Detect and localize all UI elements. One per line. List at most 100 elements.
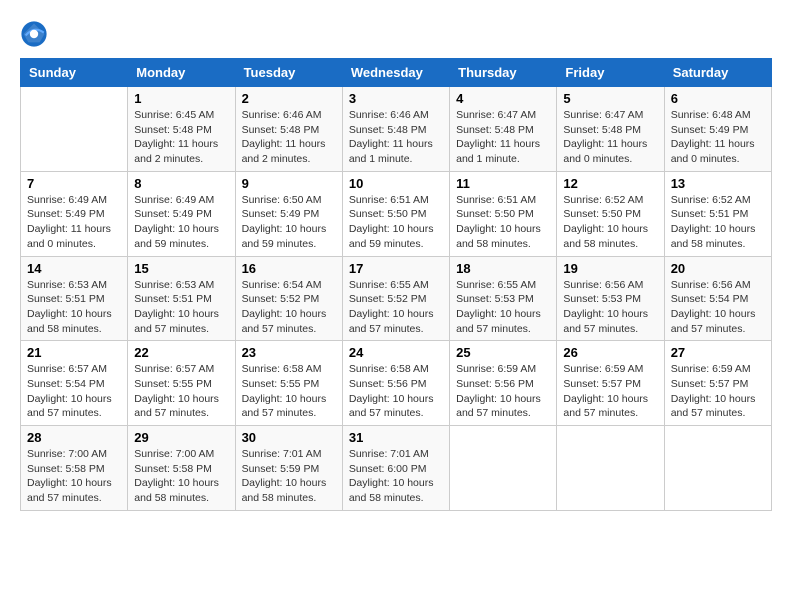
day-info: Sunrise: 6:53 AMSunset: 5:51 PMDaylight:… <box>27 278 121 337</box>
day-info: Sunrise: 7:01 AMSunset: 5:59 PMDaylight:… <box>242 447 336 506</box>
day-number: 27 <box>671 345 765 360</box>
calendar-cell: 16 Sunrise: 6:54 AMSunset: 5:52 PMDayligh… <box>235 256 342 341</box>
logo-icon <box>20 20 48 48</box>
calendar-cell: 7 Sunrise: 6:49 AMSunset: 5:49 PMDaylight… <box>21 171 128 256</box>
day-number: 3 <box>349 91 443 106</box>
day-number: 5 <box>563 91 657 106</box>
day-info: Sunrise: 6:50 AMSunset: 5:49 PMDaylight:… <box>242 193 336 252</box>
calendar-cell: 1 Sunrise: 6:45 AMSunset: 5:48 PMDaylight… <box>128 87 235 172</box>
day-info: Sunrise: 6:52 AMSunset: 5:50 PMDaylight:… <box>563 193 657 252</box>
day-number: 24 <box>349 345 443 360</box>
calendar-cell: 2 Sunrise: 6:46 AMSunset: 5:48 PMDaylight… <box>235 87 342 172</box>
day-info: Sunrise: 6:49 AMSunset: 5:49 PMDaylight:… <box>27 193 121 252</box>
day-number: 8 <box>134 176 228 191</box>
day-number: 17 <box>349 261 443 276</box>
day-number: 30 <box>242 430 336 445</box>
calendar-week-row: 7 Sunrise: 6:49 AMSunset: 5:49 PMDaylight… <box>21 171 772 256</box>
day-info: Sunrise: 6:55 AMSunset: 5:53 PMDaylight:… <box>456 278 550 337</box>
calendar-cell: 25Sunrise: 6:59 AMSunset: 5:56 PMDayligh… <box>450 341 557 426</box>
calendar-cell <box>450 426 557 511</box>
calendar-cell: 14 Sunrise: 6:53 AMSunset: 5:51 PMDayligh… <box>21 256 128 341</box>
calendar-cell: 31 Sunrise: 7:01 AMSunset: 6:00 PMDayligh… <box>342 426 449 511</box>
weekday-header: Sunday <box>21 59 128 87</box>
day-info: Sunrise: 6:59 AMSunset: 5:57 PMDaylight:… <box>671 362 765 421</box>
day-info: Sunrise: 7:01 AMSunset: 6:00 PMDaylight:… <box>349 447 443 506</box>
day-number: 28 <box>27 430 121 445</box>
weekday-header: Tuesday <box>235 59 342 87</box>
calendar-cell: 17 Sunrise: 6:55 AMSunset: 5:52 PMDayligh… <box>342 256 449 341</box>
day-info: Sunrise: 6:58 AMSunset: 5:56 PMDaylight:… <box>349 362 443 421</box>
weekday-header-row: SundayMondayTuesdayWednesdayThursdayFrid… <box>21 59 772 87</box>
calendar-cell: 12Sunrise: 6:52 AMSunset: 5:50 PMDayligh… <box>557 171 664 256</box>
weekday-header: Monday <box>128 59 235 87</box>
calendar-cell: 11Sunrise: 6:51 AMSunset: 5:50 PMDayligh… <box>450 171 557 256</box>
day-info: Sunrise: 6:56 AMSunset: 5:54 PMDaylight:… <box>671 278 765 337</box>
day-info: Sunrise: 6:57 AMSunset: 5:55 PMDaylight:… <box>134 362 228 421</box>
weekday-header: Saturday <box>664 59 771 87</box>
calendar-cell: 23 Sunrise: 6:58 AMSunset: 5:55 PMDayligh… <box>235 341 342 426</box>
day-number: 18 <box>456 261 550 276</box>
day-number: 16 <box>242 261 336 276</box>
day-number: 22 <box>134 345 228 360</box>
day-info: Sunrise: 6:59 AMSunset: 5:57 PMDaylight:… <box>563 362 657 421</box>
day-info: Sunrise: 6:47 AMSunset: 5:48 PMDaylight:… <box>563 108 657 167</box>
calendar-cell: 8 Sunrise: 6:49 AMSunset: 5:49 PMDaylight… <box>128 171 235 256</box>
day-info: Sunrise: 6:55 AMSunset: 5:52 PMDaylight:… <box>349 278 443 337</box>
calendar-cell: 3Sunrise: 6:46 AMSunset: 5:48 PMDaylight… <box>342 87 449 172</box>
calendar-table: SundayMondayTuesdayWednesdayThursdayFrid… <box>20 58 772 511</box>
day-info: Sunrise: 6:45 AMSunset: 5:48 PMDaylight:… <box>134 108 228 167</box>
day-info: Sunrise: 6:54 AMSunset: 5:52 PMDaylight:… <box>242 278 336 337</box>
calendar-cell: 20 Sunrise: 6:56 AMSunset: 5:54 PMDayligh… <box>664 256 771 341</box>
day-info: Sunrise: 6:51 AMSunset: 5:50 PMDaylight:… <box>349 193 443 252</box>
day-number: 10 <box>349 176 443 191</box>
day-number: 19 <box>563 261 657 276</box>
calendar-cell: 5 Sunrise: 6:47 AMSunset: 5:48 PMDaylight… <box>557 87 664 172</box>
calendar-cell <box>664 426 771 511</box>
day-number: 2 <box>242 91 336 106</box>
day-info: Sunrise: 6:46 AMSunset: 5:48 PMDaylight:… <box>242 108 336 167</box>
day-info: Sunrise: 7:00 AMSunset: 5:58 PMDaylight:… <box>27 447 121 506</box>
day-number: 25 <box>456 345 550 360</box>
page-header <box>20 20 772 48</box>
calendar-cell: 29Sunrise: 7:00 AMSunset: 5:58 PMDayligh… <box>128 426 235 511</box>
weekday-header: Friday <box>557 59 664 87</box>
day-info: Sunrise: 6:48 AMSunset: 5:49 PMDaylight:… <box>671 108 765 167</box>
day-info: Sunrise: 6:57 AMSunset: 5:54 PMDaylight:… <box>27 362 121 421</box>
day-info: Sunrise: 7:00 AMSunset: 5:58 PMDaylight:… <box>134 447 228 506</box>
calendar-week-row: 14 Sunrise: 6:53 AMSunset: 5:51 PMDayligh… <box>21 256 772 341</box>
calendar-cell: 15Sunrise: 6:53 AMSunset: 5:51 PMDayligh… <box>128 256 235 341</box>
day-number: 11 <box>456 176 550 191</box>
calendar-cell: 28 Sunrise: 7:00 AMSunset: 5:58 PMDayligh… <box>21 426 128 511</box>
calendar-cell: 19 Sunrise: 6:56 AMSunset: 5:53 PMDayligh… <box>557 256 664 341</box>
calendar-cell: 4 Sunrise: 6:47 AMSunset: 5:48 PMDaylight… <box>450 87 557 172</box>
calendar-week-row: 28 Sunrise: 7:00 AMSunset: 5:58 PMDayligh… <box>21 426 772 511</box>
day-number: 7 <box>27 176 121 191</box>
calendar-week-row: 1 Sunrise: 6:45 AMSunset: 5:48 PMDaylight… <box>21 87 772 172</box>
day-number: 14 <box>27 261 121 276</box>
calendar-cell: 9 Sunrise: 6:50 AMSunset: 5:49 PMDaylight… <box>235 171 342 256</box>
day-info: Sunrise: 6:53 AMSunset: 5:51 PMDaylight:… <box>134 278 228 337</box>
day-number: 26 <box>563 345 657 360</box>
day-number: 4 <box>456 91 550 106</box>
calendar-cell: 13Sunrise: 6:52 AMSunset: 5:51 PMDayligh… <box>664 171 771 256</box>
day-info: Sunrise: 6:56 AMSunset: 5:53 PMDaylight:… <box>563 278 657 337</box>
day-number: 23 <box>242 345 336 360</box>
day-info: Sunrise: 6:47 AMSunset: 5:48 PMDaylight:… <box>456 108 550 167</box>
day-number: 31 <box>349 430 443 445</box>
weekday-header: Thursday <box>450 59 557 87</box>
day-number: 20 <box>671 261 765 276</box>
calendar-week-row: 21Sunrise: 6:57 AMSunset: 5:54 PMDayligh… <box>21 341 772 426</box>
calendar-cell: 6Sunrise: 6:48 AMSunset: 5:49 PMDaylight… <box>664 87 771 172</box>
calendar-cell: 18 Sunrise: 6:55 AMSunset: 5:53 PMDayligh… <box>450 256 557 341</box>
weekday-header: Wednesday <box>342 59 449 87</box>
calendar-cell <box>21 87 128 172</box>
calendar-cell: 30 Sunrise: 7:01 AMSunset: 5:59 PMDayligh… <box>235 426 342 511</box>
calendar-cell: 22 Sunrise: 6:57 AMSunset: 5:55 PMDayligh… <box>128 341 235 426</box>
day-number: 1 <box>134 91 228 106</box>
day-info: Sunrise: 6:58 AMSunset: 5:55 PMDaylight:… <box>242 362 336 421</box>
logo <box>20 20 52 48</box>
day-info: Sunrise: 6:49 AMSunset: 5:49 PMDaylight:… <box>134 193 228 252</box>
calendar-cell: 26 Sunrise: 6:59 AMSunset: 5:57 PMDayligh… <box>557 341 664 426</box>
day-number: 9 <box>242 176 336 191</box>
calendar-cell: 10 Sunrise: 6:51 AMSunset: 5:50 PMDayligh… <box>342 171 449 256</box>
